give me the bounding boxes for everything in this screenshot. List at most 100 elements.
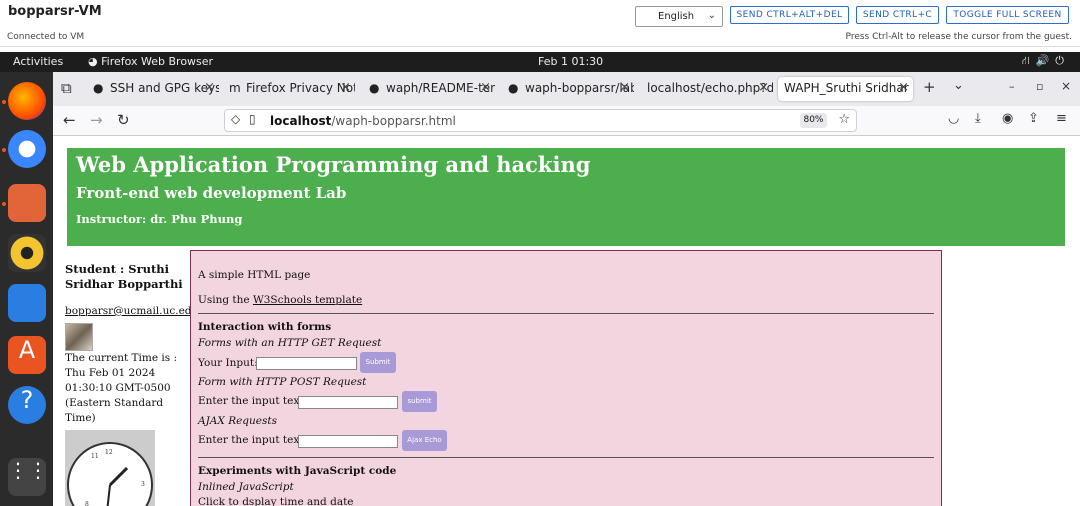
shield-icon[interactable]: ◇	[231, 112, 240, 126]
power-icon: ⏻	[1055, 54, 1070, 67]
email-link[interactable]: bopparsr@ucmail.uc.edu	[65, 304, 198, 319]
page-icon: ▯	[249, 112, 256, 126]
time-line: (Eastern Standard	[65, 397, 164, 409]
close-icon[interactable]: ×	[340, 80, 351, 95]
dock: A ? ⋮⋮⋮	[0, 72, 68, 506]
url-host: localhost	[270, 114, 332, 128]
system-tray[interactable]: ⛙🔊⏻	[1022, 54, 1070, 69]
url-bar[interactable]: ◇ ▯ localhost/waph-bopparsr.html 80% ☆	[224, 109, 857, 132]
files-icon[interactable]	[8, 184, 46, 222]
vm-title: bopparsr-VM	[8, 4, 102, 19]
network-icon: ⛙	[1021, 54, 1036, 67]
tab-ssh-gpg-keys[interactable]: ● SSH and GPG keys ×	[89, 77, 219, 101]
active-app-menu[interactable]: ◕ Firefox Web Browser	[88, 55, 213, 68]
tab-firefox-privacy[interactable]: m Firefox Privacy Not ×	[225, 77, 355, 101]
mozilla-icon: m	[229, 81, 241, 95]
close-icon[interactable]: ×	[204, 80, 215, 95]
tab-waph-readme[interactable]: ● waph/README-ten ×	[365, 77, 495, 101]
download-icon[interactable]: ⤓	[975, 111, 981, 126]
release-cursor-hint: Press Ctrl-Alt to release the cursor fro…	[845, 32, 1072, 42]
tab-localhost-echo[interactable]: localhost/echo.php?da ×	[643, 77, 773, 101]
firefox-small-icon: ◕	[88, 55, 102, 68]
post-form-heading: Form with HTTP POST Request	[198, 376, 367, 388]
get-submit-button[interactable]: Submit	[360, 352, 396, 373]
vm-console-header: bopparsr-VM Connected to VM English ⌄ SE…	[0, 0, 1080, 47]
ajax-input-field[interactable]	[298, 435, 398, 448]
tab-label: SSH and GPG keys	[110, 81, 219, 95]
window-close-icon[interactable]: ×	[1061, 79, 1071, 93]
using-text: Using the	[198, 294, 253, 306]
language-value: English	[658, 11, 695, 22]
click-display-time-text[interactable]: Click to dsplay time and date	[198, 496, 354, 506]
student-name: Student : Sruthi Sridhar Bopparthi	[65, 262, 183, 291]
w3schools-link[interactable]: W3Schools template	[253, 294, 362, 306]
time-line: Time)	[65, 412, 96, 424]
rhythmbox-icon[interactable]	[8, 234, 46, 272]
post-submit-button[interactable]: submit	[402, 391, 437, 412]
github-icon: ●	[369, 81, 380, 95]
running-indicator	[2, 100, 6, 104]
your-input-label: Your Input:	[198, 357, 258, 369]
github-icon: ●	[93, 81, 104, 95]
menu-icon[interactable]: ≡	[1056, 111, 1067, 126]
tab-waph-bopparsr-lab[interactable]: ● waph-bopparsr/lab ×	[504, 77, 634, 101]
activities-button[interactable]: Activities	[13, 55, 63, 68]
analog-clock: 12 11 3 8	[65, 430, 155, 506]
reload-icon[interactable]: ↻	[117, 111, 130, 129]
post-input-label: Enter the input text	[198, 395, 304, 407]
close-icon[interactable]: ×	[758, 80, 769, 95]
ubuntu-top-bar: Activities ◕ Firefox Web Browser Feb 1 0…	[0, 52, 1080, 72]
active-app-label: Firefox Web Browser	[101, 55, 214, 68]
help-icon[interactable]: ?	[8, 386, 46, 424]
send-ctrl-alt-del-button[interactable]: SEND CTRL+ALT+DEL	[730, 6, 849, 24]
clock-face-icon: 12 11 3 8	[67, 442, 153, 506]
web-page: Web Application Programming and hacking …	[53, 136, 1080, 506]
new-tab-icon[interactable]: +	[923, 78, 936, 96]
time-line: 01:30:10 GMT-0500	[65, 382, 171, 394]
language-select[interactable]: English ⌄	[635, 6, 723, 27]
bookmark-star-icon[interactable]: ☆	[838, 112, 850, 127]
forward-arrow-icon[interactable]: →	[90, 111, 103, 129]
svg-text:11: 11	[91, 453, 99, 460]
tab-waph-sruthi-active[interactable]: WAPH_Sruthi Sridhar ×	[778, 77, 913, 101]
ajax-echo-button[interactable]: Ajax Echo	[402, 430, 447, 451]
close-icon[interactable]: ×	[898, 80, 909, 95]
svg-text:8: 8	[85, 501, 89, 506]
minimize-icon[interactable]: –	[1009, 80, 1015, 93]
get-input-field[interactable]	[256, 357, 357, 370]
back-arrow-icon[interactable]: ←	[63, 111, 76, 129]
maximize-icon[interactable]: ▫	[1036, 80, 1043, 93]
show-apps-icon[interactable]: ⋮⋮⋮	[8, 458, 68, 496]
vm-status: Connected to VM	[7, 32, 85, 42]
libreoffice-writer-icon[interactable]	[8, 284, 46, 322]
simple-page-text: A simple HTML page	[198, 269, 311, 281]
chevron-down-icon[interactable]: ⌄	[953, 78, 964, 93]
post-input-field[interactable]	[298, 396, 398, 409]
app-center-icon[interactable]: A	[8, 336, 46, 374]
divider	[198, 457, 934, 458]
running-indicator	[2, 202, 6, 206]
tab-list-icon[interactable]: ⧉	[61, 79, 72, 97]
running-indicator	[2, 148, 6, 152]
page-banner: Web Application Programming and hacking …	[67, 148, 1065, 246]
divider	[198, 313, 934, 314]
close-icon[interactable]: ×	[619, 80, 630, 95]
close-icon[interactable]: ×	[480, 80, 491, 95]
zoom-level[interactable]: 80%	[800, 113, 827, 128]
firefox-icon[interactable]	[8, 82, 46, 120]
account-icon[interactable]: ◉	[1002, 111, 1013, 126]
pocket-icon[interactable]: ◡	[948, 111, 959, 126]
tab-label: waph/README-ten	[386, 81, 495, 95]
toggle-full-screen-button[interactable]: TOGGLE FULL SCREEN	[946, 6, 1069, 24]
send-ctrl-c-button[interactable]: SEND CTRL+C	[856, 6, 939, 24]
time-line: Thu Feb 01 2024	[65, 367, 156, 379]
chevron-down-icon: ⌄	[707, 10, 716, 21]
extensions-icon[interactable]: ⇪	[1028, 111, 1039, 126]
svg-text:12: 12	[105, 449, 113, 456]
tab-label: Firefox Privacy Not	[246, 81, 355, 95]
date-time[interactable]: Feb 1 01:30	[538, 55, 603, 68]
get-form-heading: Forms with an HTTP GET Request	[198, 337, 382, 349]
thunderbird-icon[interactable]	[8, 130, 46, 168]
tab-label: WAPH_Sruthi Sridhar	[784, 81, 909, 95]
main-content: A simple HTML page Using the W3Schools t…	[190, 250, 942, 506]
